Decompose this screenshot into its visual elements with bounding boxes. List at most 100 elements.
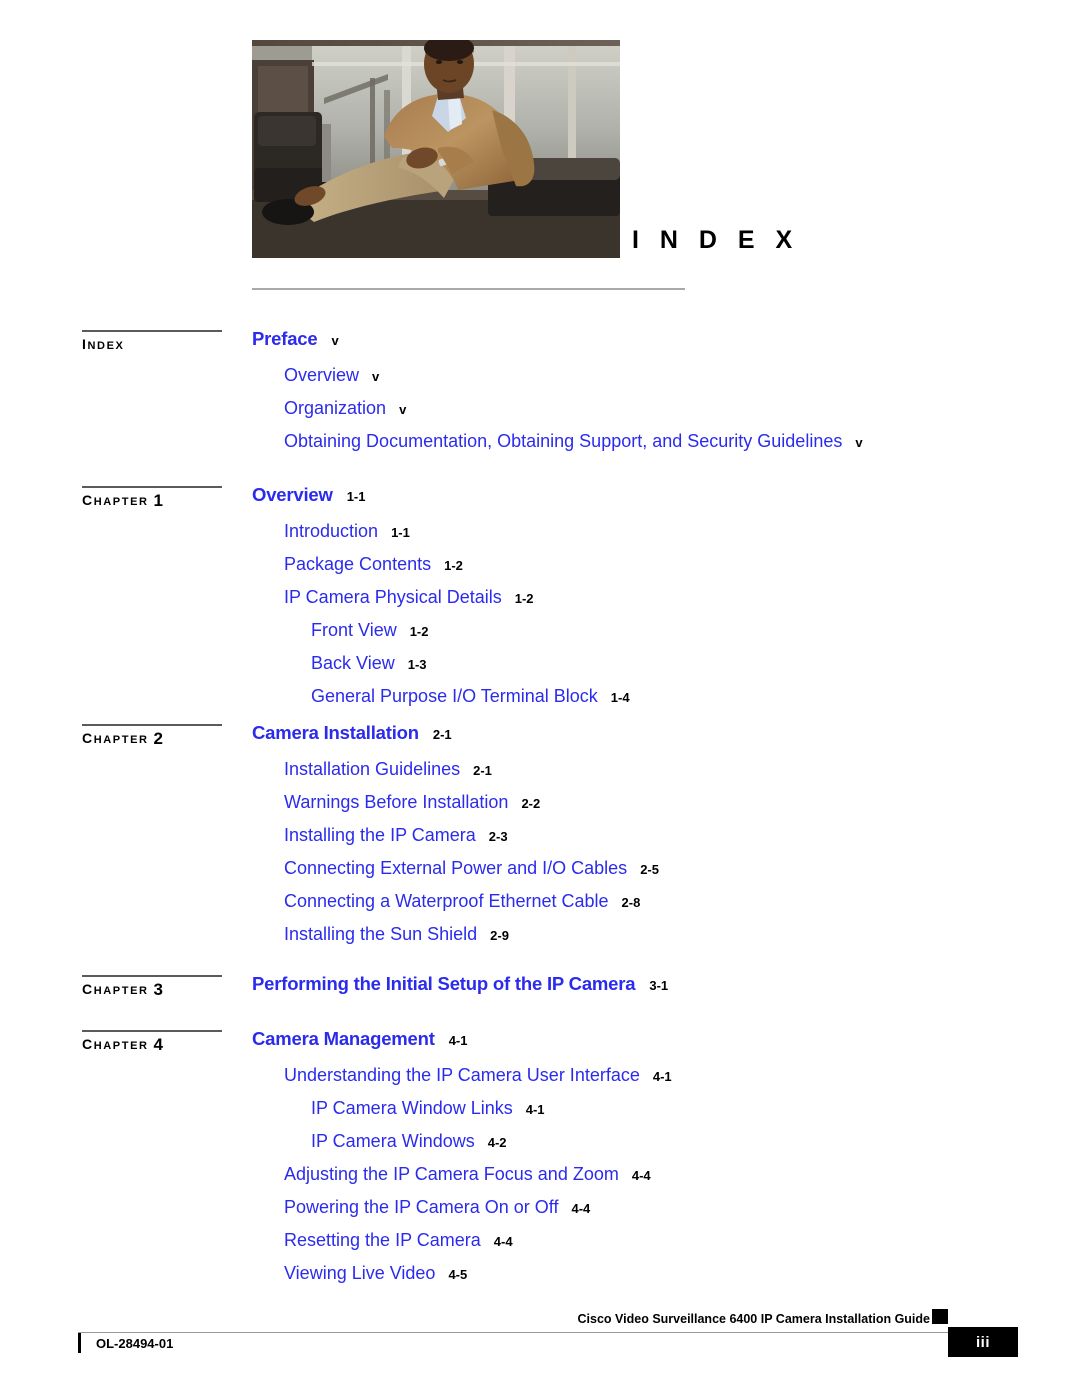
toc-entry-page: 2-8: [621, 895, 641, 910]
toc-entry[interactable]: Viewing Live Video 4-5: [252, 1264, 1052, 1283]
toc-entry-title[interactable]: Powering the IP Camera On or Off: [284, 1197, 558, 1217]
toc-entries: Camera Installation 2-1 Installation Guide…: [252, 722, 1052, 958]
toc-entry-title[interactable]: Camera Management: [252, 1028, 435, 1049]
toc-entry-title[interactable]: Introduction: [284, 521, 378, 541]
toc-entry-title[interactable]: Package Contents: [284, 554, 431, 574]
toc-block-label: CHAPTER 4: [82, 1030, 242, 1053]
toc-entry-page: 4-1: [448, 1033, 468, 1048]
toc-entry-title[interactable]: Organization: [284, 398, 386, 418]
toc-entry-title[interactable]: Front View: [311, 620, 397, 640]
toc-entry-title[interactable]: Preface: [252, 328, 318, 349]
toc-chapter-entry[interactable]: Camera Management 4-1: [252, 1028, 1052, 1049]
page-footer: Cisco Video Surveillance 6400 IP Camera …: [0, 1300, 1080, 1370]
label-rest: HAPTER: [93, 496, 149, 508]
toc-entry[interactable]: Adjusting the IP Camera Focus and Zoom 4-…: [252, 1165, 1052, 1184]
label-text: CHAPTER 3: [82, 980, 242, 999]
footer-left-tick: [78, 1333, 81, 1353]
toc-entry[interactable]: Obtaining Documentation, Obtaining Suppo…: [252, 432, 1052, 451]
toc-entry[interactable]: Powering the IP Camera On or Off 4-4: [252, 1198, 1052, 1217]
toc-block-label: CHAPTER 2: [82, 724, 242, 747]
toc-entry-title[interactable]: Installing the Sun Shield: [284, 924, 477, 944]
toc-entry-title[interactable]: Adjusting the IP Camera Focus and Zoom: [284, 1164, 619, 1184]
toc-entry-page: 2-5: [640, 862, 659, 877]
toc-entry[interactable]: Resetting the IP Camera 4-4: [252, 1231, 1052, 1250]
toc-entry-page: 2-3: [488, 829, 508, 844]
toc-entry[interactable]: Organization v: [252, 399, 1052, 418]
label-chapter-number: 4: [153, 1035, 164, 1054]
toc-entry-page: 1-2: [444, 558, 463, 573]
label-rule: [82, 486, 222, 488]
toc-entry-title[interactable]: General Purpose I/O Terminal Block: [311, 686, 598, 706]
toc-entry-page: 2-2: [521, 796, 541, 811]
toc-entry-title[interactable]: Resetting the IP Camera: [284, 1230, 481, 1250]
toc-entry-page: 1-1: [346, 489, 366, 504]
toc-entry-title[interactable]: Obtaining Documentation, Obtaining Suppo…: [284, 431, 842, 451]
toc-entries: Preface v Overview v Organization v Obtaining …: [252, 328, 1052, 465]
toc-entry-page: 3-1: [649, 978, 669, 993]
label-text: CHAPTER 4: [82, 1035, 242, 1054]
label-rule: [82, 330, 222, 332]
toc-entry[interactable]: Installing the IP Camera 2-3: [252, 826, 1052, 845]
toc-entry-title[interactable]: IP Camera Physical Details: [284, 587, 502, 607]
toc-entry[interactable]: Installation Guidelines 2-1: [252, 760, 1052, 779]
toc-entry-title[interactable]: Overview: [252, 484, 333, 505]
toc-entry-title[interactable]: Understanding the IP Camera User Interfa…: [284, 1065, 640, 1085]
label-rule: [82, 1030, 222, 1032]
footer-page-number: iii: [948, 1327, 1018, 1357]
toc-entry[interactable]: Introduction 1-1: [252, 522, 1052, 541]
toc-entry[interactable]: Connecting a Waterproof Ethernet Cable 2-…: [252, 892, 1052, 911]
toc-chapter-entry[interactable]: Preface v: [252, 328, 1052, 349]
toc-entry[interactable]: IP Camera Window Links 4-1: [252, 1099, 1052, 1118]
toc-entry-page: v: [372, 369, 380, 384]
toc-chapter-entry[interactable]: Camera Installation 2-1: [252, 722, 1052, 743]
toc-entry[interactable]: Back View 1-3: [252, 654, 1052, 673]
header-divider: [252, 288, 685, 290]
toc-entry[interactable]: Understanding the IP Camera User Interfa…: [252, 1066, 1052, 1085]
toc-entry-title[interactable]: Installing the IP Camera: [284, 825, 476, 845]
label-rest: HAPTER: [93, 1040, 149, 1052]
label-text: CHAPTER 2: [82, 730, 242, 747]
toc-entry-title[interactable]: Camera Installation: [252, 722, 419, 743]
toc-entry[interactable]: Connecting External Power and I/O Cables…: [252, 859, 1052, 878]
toc-entry-page: 1-3: [407, 657, 427, 672]
toc-entry[interactable]: Package Contents 1-2: [252, 555, 1052, 574]
toc-entry-title[interactable]: Overview: [284, 365, 359, 385]
toc-block-label: CHAPTER 3: [82, 975, 242, 998]
toc-entry-page: 1-4: [610, 690, 630, 705]
toc-entry-page: 4-4: [631, 1168, 651, 1183]
toc-entry[interactable]: Overview v: [252, 366, 1052, 385]
toc-entry-title[interactable]: Performing the Initial Setup of the IP C…: [252, 973, 636, 994]
toc-entry-title[interactable]: Connecting External Power and I/O Cables: [284, 858, 627, 878]
toc-entry-page: 4-4: [571, 1201, 591, 1216]
toc-entry-page: 2-9: [490, 928, 509, 943]
toc-entry-page: 1-1: [391, 525, 410, 540]
label-text: CHAPTER 1: [82, 492, 242, 509]
toc-entry[interactable]: General Purpose I/O Terminal Block 1-4: [252, 687, 1052, 706]
footer-square-marker: [932, 1309, 948, 1324]
toc-chapter-entry[interactable]: Overview 1-1: [252, 484, 1052, 505]
toc-entry-page: 2-1: [473, 763, 492, 778]
toc-entry-title[interactable]: Back View: [311, 653, 395, 673]
toc-entry[interactable]: Front View 1-2: [252, 621, 1052, 640]
toc-entries: Overview 1-1 Introduction 1-1 Package Conten…: [252, 484, 1052, 720]
toc-entry-title[interactable]: Warnings Before Installation: [284, 792, 508, 812]
label-chapter-number: 3: [153, 980, 164, 999]
footer-guide-title: Cisco Video Surveillance 6400 IP Camera …: [577, 1312, 930, 1326]
toc-entry[interactable]: IP Camera Physical Details 1-2: [252, 588, 1052, 607]
toc-entry-page: v: [331, 333, 339, 348]
toc-entry-page: 4-4: [493, 1234, 513, 1249]
toc-entry-title[interactable]: IP Camera Windows: [311, 1131, 475, 1151]
toc-block-label: CHAPTER 1: [82, 486, 242, 509]
toc-entry[interactable]: Installing the Sun Shield 2-9: [252, 925, 1052, 944]
toc-entry-title[interactable]: IP Camera Window Links: [311, 1098, 513, 1118]
toc-entry-page: 1-2: [409, 624, 429, 639]
toc-entry[interactable]: IP Camera Windows 4-2: [252, 1132, 1052, 1151]
label-initial: C: [82, 492, 94, 508]
toc-entry-title[interactable]: Installation Guidelines: [284, 759, 460, 779]
toc-entry-title[interactable]: Connecting a Waterproof Ethernet Cable: [284, 891, 609, 911]
toc-entry-page: 2-1: [432, 727, 452, 742]
toc-chapter-entry[interactable]: Performing the Initial Setup of the IP C…: [252, 973, 1052, 994]
toc-entry[interactable]: Warnings Before Installation 2-2: [252, 793, 1052, 812]
label-rule: [82, 975, 222, 977]
toc-entry-title[interactable]: Viewing Live Video: [284, 1263, 435, 1283]
